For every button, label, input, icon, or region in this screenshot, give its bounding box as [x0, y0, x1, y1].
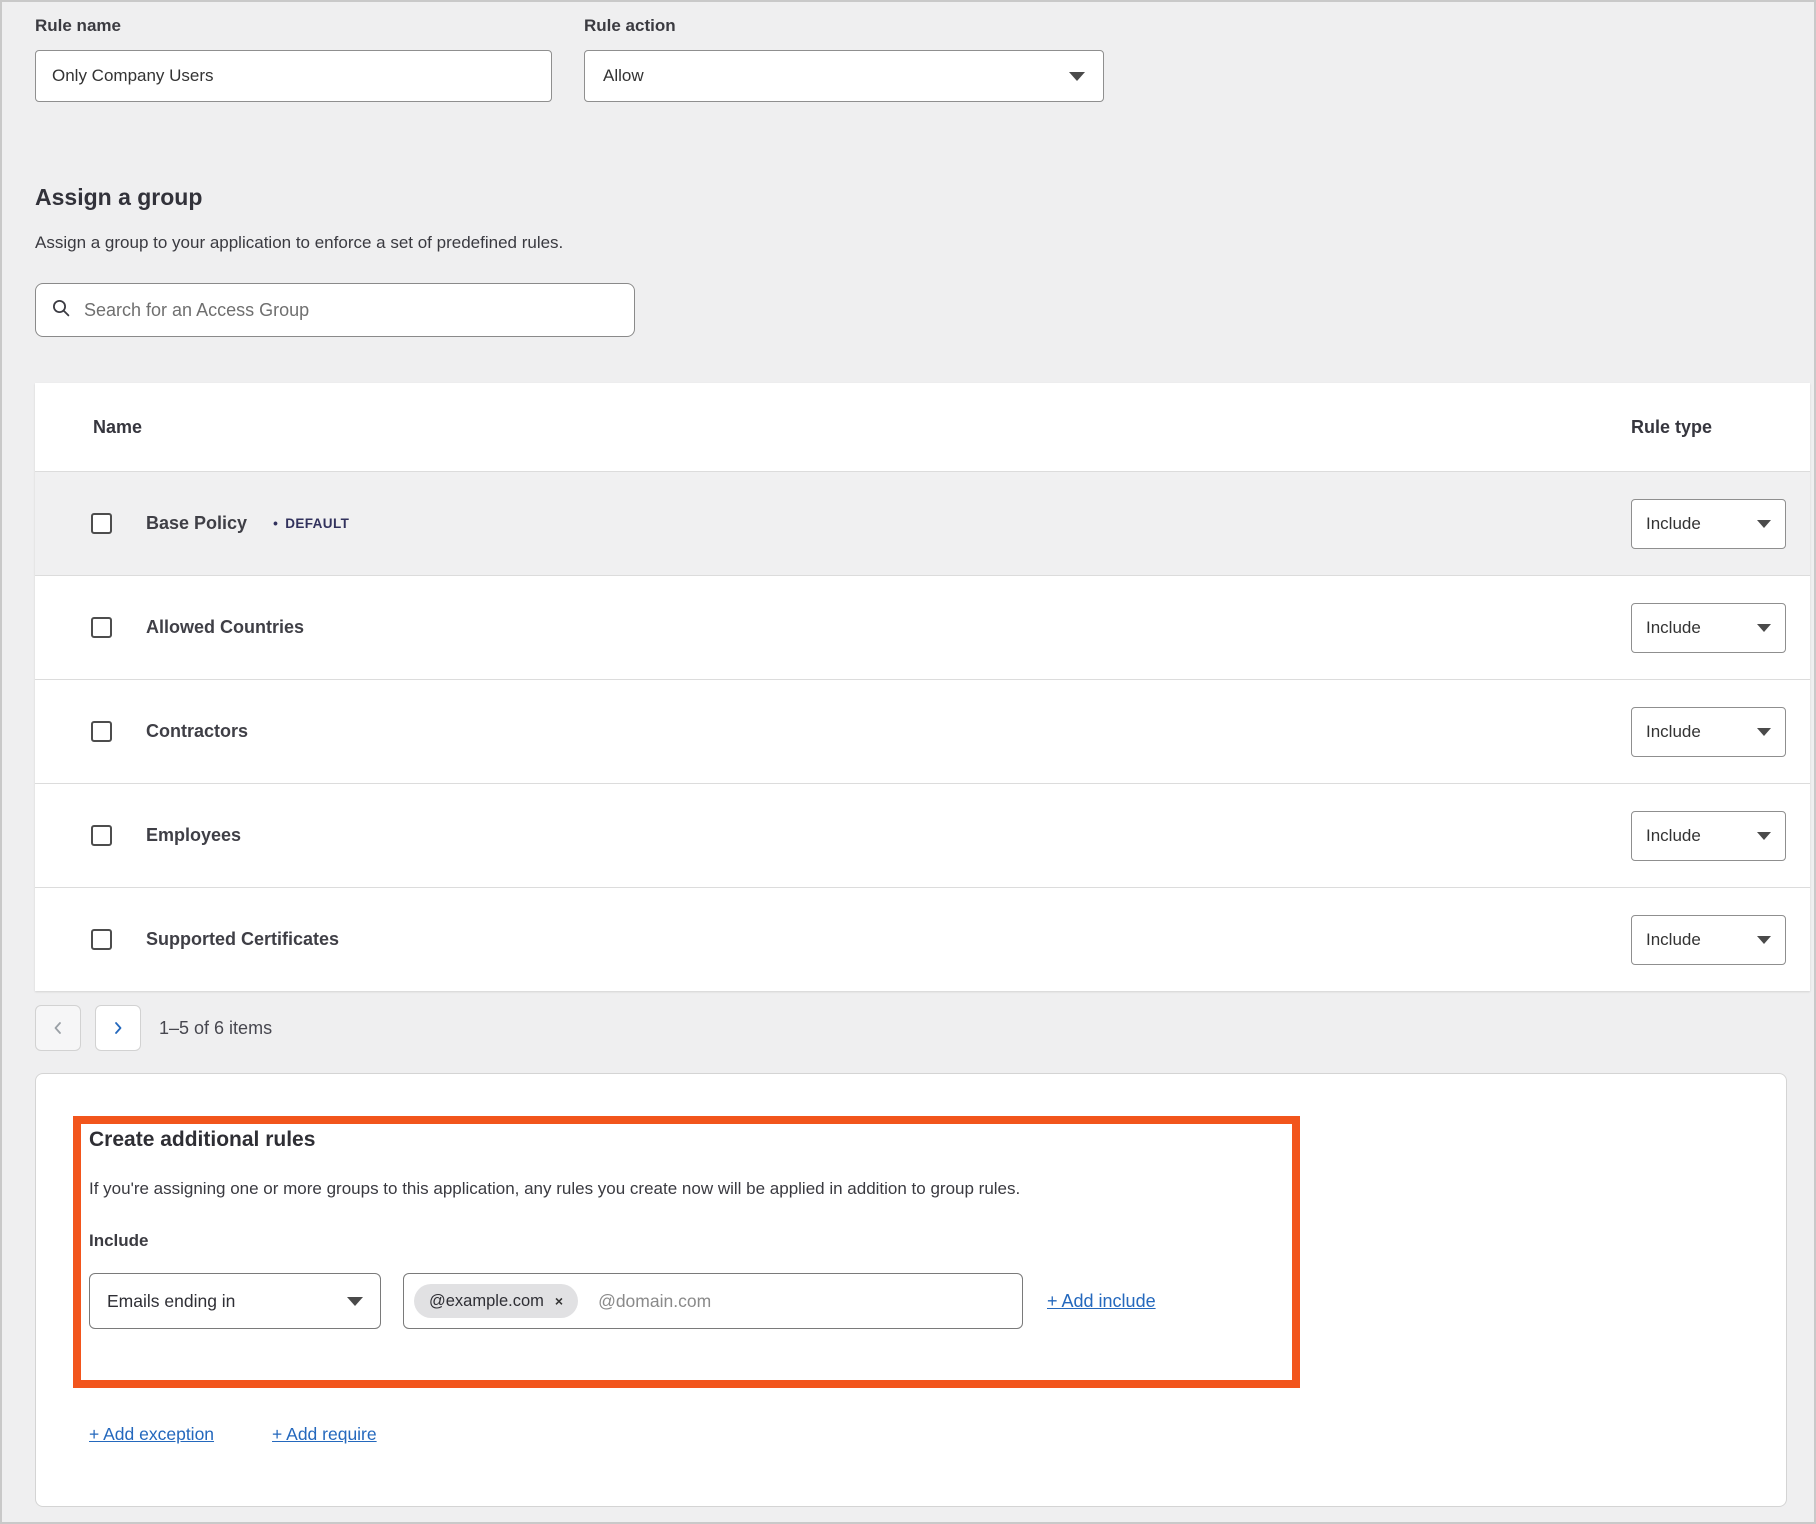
table-header: Name Rule type: [35, 383, 1810, 471]
badge-bullet-icon: •: [273, 516, 278, 531]
group-name: Supported Certificates: [146, 929, 339, 950]
include-label: Include: [89, 1231, 1786, 1251]
access-group-table: Name Rule type Base Policy • DEFAULT Inc…: [35, 383, 1810, 991]
rule-type-value: Include: [1646, 618, 1701, 638]
rule-action-value: Allow: [603, 66, 644, 86]
pagination-status: 1–5 of 6 items: [159, 1018, 272, 1039]
table-row: Base Policy • DEFAULT Include: [35, 471, 1810, 575]
rule-type-value: Include: [1646, 930, 1701, 950]
rule-action-label: Rule action: [584, 16, 1104, 36]
search-icon: [51, 298, 71, 323]
rule-name-input[interactable]: [35, 50, 552, 102]
additional-rules-heading: Create additional rules: [89, 1128, 1786, 1152]
add-include-link[interactable]: + Add include: [1047, 1291, 1156, 1312]
chevron-down-icon: [347, 1297, 363, 1306]
row-checkbox[interactable]: [91, 617, 112, 638]
badge-label: DEFAULT: [285, 516, 349, 531]
row-checkbox[interactable]: [91, 929, 112, 950]
access-rule-page: Rule name Rule action Allow Assign a gro…: [0, 0, 1816, 1524]
column-header-name: Name: [35, 417, 1631, 438]
add-exception-link[interactable]: + Add exception: [89, 1424, 214, 1445]
column-header-rule-type: Rule type: [1631, 417, 1786, 438]
chevron-down-icon: [1757, 624, 1771, 632]
rule-action-select[interactable]: Allow: [584, 50, 1104, 102]
table-row: Allowed Countries Include: [35, 575, 1810, 679]
chip-remove-icon[interactable]: ×: [555, 1294, 563, 1308]
rule-name-label: Rule name: [35, 16, 552, 36]
chevron-down-icon: [1757, 936, 1771, 944]
rule-type-value: Include: [1646, 722, 1701, 742]
rule-form: Rule name Rule action Allow: [35, 16, 1814, 102]
rule-type-value: Include: [1646, 514, 1701, 534]
assign-group-heading: Assign a group: [35, 184, 1814, 211]
chevron-right-icon: [111, 1021, 125, 1035]
group-name: Employees: [146, 825, 241, 846]
chip-label: @example.com: [429, 1292, 544, 1311]
chevron-down-icon: [1757, 520, 1771, 528]
chevron-down-icon: [1757, 728, 1771, 736]
rule-selector-value: Emails ending in: [107, 1291, 235, 1312]
rule-selector-select[interactable]: Emails ending in: [89, 1273, 381, 1329]
chevron-left-icon: [51, 1021, 65, 1035]
additional-rules-description: If you're assigning one or more groups t…: [89, 1179, 1786, 1199]
default-badge: • DEFAULT: [273, 516, 349, 531]
assign-group-description: Assign a group to your application to en…: [35, 233, 1814, 253]
previous-page-button[interactable]: [35, 1005, 81, 1051]
rule-action-field-group: Rule action Allow: [584, 16, 1104, 102]
group-name: Allowed Countries: [146, 617, 304, 638]
rule-type-value: Include: [1646, 826, 1701, 846]
rule-name-field-group: Rule name: [35, 16, 552, 102]
row-checkbox[interactable]: [91, 721, 112, 742]
row-checkbox[interactable]: [91, 825, 112, 846]
rule-type-select[interactable]: Include: [1631, 915, 1786, 965]
table-row: Contractors Include: [35, 679, 1810, 783]
domain-input[interactable]: [598, 1291, 1012, 1312]
access-group-search[interactable]: [35, 283, 635, 337]
pagination: 1–5 of 6 items: [35, 1005, 1814, 1051]
rule-type-select[interactable]: Include: [1631, 499, 1786, 549]
next-page-button[interactable]: [95, 1005, 141, 1051]
rule-type-select[interactable]: Include: [1631, 603, 1786, 653]
table-row: Supported Certificates Include: [35, 887, 1810, 991]
chevron-down-icon: [1757, 832, 1771, 840]
email-chip: @example.com ×: [414, 1284, 578, 1318]
table-row: Employees Include: [35, 783, 1810, 887]
rule-type-select[interactable]: Include: [1631, 707, 1786, 757]
search-input[interactable]: [84, 300, 619, 321]
additional-rules-card: Create additional rules If you're assign…: [35, 1073, 1787, 1507]
rule-type-select[interactable]: Include: [1631, 811, 1786, 861]
chevron-down-icon: [1069, 72, 1085, 81]
footer-links: + Add exception + Add require: [89, 1424, 1786, 1445]
group-name: Base Policy: [146, 513, 247, 534]
email-domain-input[interactable]: @example.com ×: [403, 1273, 1023, 1329]
include-rule-row: Emails ending in @example.com × + Add in…: [89, 1273, 1786, 1329]
add-require-link[interactable]: + Add require: [272, 1424, 377, 1445]
row-checkbox[interactable]: [91, 513, 112, 534]
group-name: Contractors: [146, 721, 248, 742]
